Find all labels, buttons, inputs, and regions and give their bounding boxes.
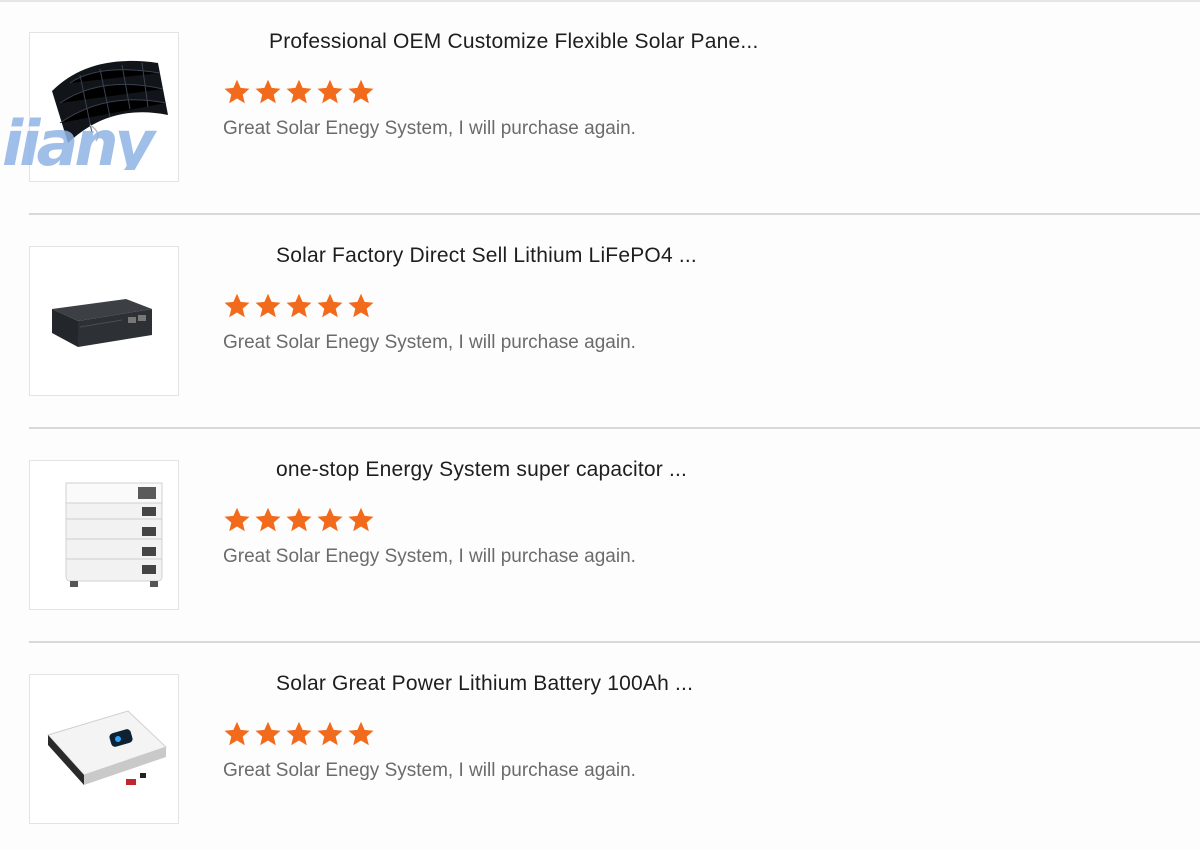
stacked-battery-icon xyxy=(65,482,163,587)
product-title[interactable]: Solar Great Power Lithium Battery 100Ah … xyxy=(276,672,693,696)
star-icon xyxy=(317,721,343,746)
product-thumbnail[interactable] xyxy=(29,246,179,396)
product-title[interactable]: one-stop Energy System super capacitor .… xyxy=(276,458,687,482)
star-icon xyxy=(348,79,374,104)
star-icon xyxy=(348,293,374,318)
star-icon xyxy=(224,79,250,104)
star-icon xyxy=(224,293,250,318)
review-comment: Great Solar Enegy System, I will purchas… xyxy=(223,546,636,567)
review-item[interactable]: one-stop Energy System super capacitor .… xyxy=(0,428,1200,642)
review-item[interactable]: Professional OEM Customize Flexible Sola… xyxy=(0,0,1200,214)
star-icon xyxy=(255,507,281,532)
star-icon xyxy=(255,293,281,318)
review-comment: Great Solar Enegy System, I will purchas… xyxy=(223,760,636,781)
star-icon xyxy=(348,721,374,746)
star-rating xyxy=(222,720,377,748)
flexible-solar-panel-icon xyxy=(52,60,168,143)
review-comment: Great Solar Enegy System, I will purchas… xyxy=(223,118,636,139)
product-title[interactable]: Professional OEM Customize Flexible Sola… xyxy=(269,30,759,54)
star-rating xyxy=(222,506,377,534)
star-icon xyxy=(317,79,343,104)
review-item[interactable]: Solar Great Power Lithium Battery 100Ah … xyxy=(0,642,1200,850)
product-thumbnail[interactable] xyxy=(29,32,179,182)
star-icon xyxy=(286,79,312,104)
star-icon xyxy=(286,721,312,746)
product-thumbnail[interactable] xyxy=(29,674,179,824)
star-icon xyxy=(224,721,250,746)
wall-inverter-icon xyxy=(47,710,167,785)
product-title[interactable]: Solar Factory Direct Sell Lithium LiFePO… xyxy=(276,244,697,268)
star-icon xyxy=(317,293,343,318)
rack-battery-icon xyxy=(52,299,152,347)
star-icon xyxy=(286,507,312,532)
star-rating xyxy=(222,292,377,320)
star-rating xyxy=(222,78,377,106)
review-item[interactable]: Solar Factory Direct Sell Lithium LiFePO… xyxy=(0,214,1200,428)
star-icon xyxy=(255,721,281,746)
star-icon xyxy=(255,79,281,104)
product-reviews-page: Professional OEM Customize Flexible Sola… xyxy=(0,0,1200,850)
star-icon xyxy=(224,507,250,532)
star-icon xyxy=(286,293,312,318)
star-icon xyxy=(317,507,343,532)
star-icon xyxy=(348,507,374,532)
review-comment: Great Solar Enegy System, I will purchas… xyxy=(223,332,636,353)
product-thumbnail[interactable] xyxy=(29,460,179,610)
